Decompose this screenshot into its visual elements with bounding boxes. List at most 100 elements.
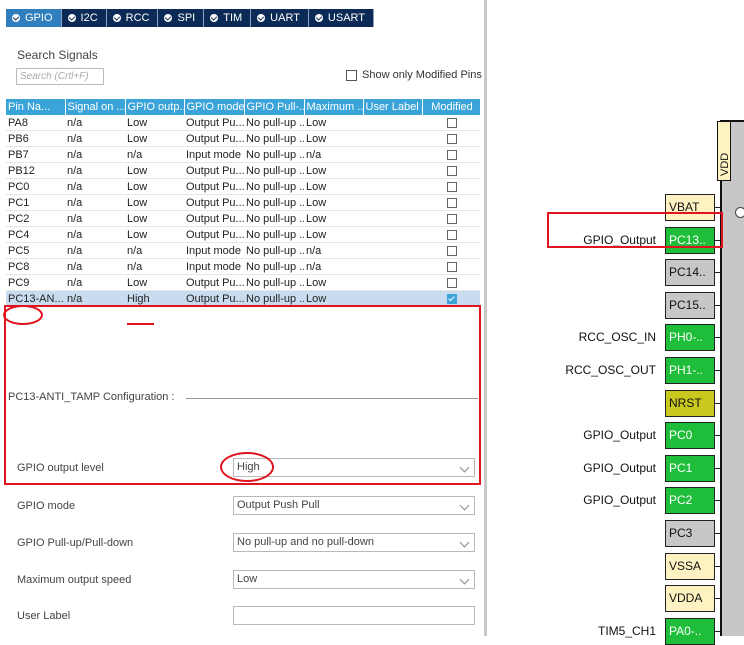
pin-name-cell: PC8 [6,258,65,275]
show-only-modified-label: Show only Modified Pins [362,69,482,81]
column-header-gpio-output[interactable]: GPIO outp... [125,99,185,115]
modified-checkbox[interactable] [447,261,457,272]
pin-box[interactable]: PC2 [665,487,715,514]
table-row[interactable]: PC1 n/a Low Output Pu... No pull-up ... Low [6,194,480,211]
pin-signal-label[interactable]: GPIO_Output [583,493,656,507]
gpio-pull-select[interactable]: No pull-up and no pull-down [233,533,475,552]
modified-cell [422,194,480,211]
tab-gpio[interactable]: GPIO [6,9,62,27]
pin-box[interactable]: PH1-.. [665,357,715,384]
table-row[interactable]: PC9 n/a Low Output Pu... No pull-up ... Low [6,274,480,291]
column-header-max-speed[interactable]: Maximum ... [304,99,364,115]
column-header-user-label[interactable]: User Label [363,99,423,115]
gpio-output-cell: Low [125,194,184,211]
gpio-mode-cell: Input mode [184,258,244,275]
column-header-modified[interactable]: Modified [422,99,481,115]
pin-box[interactable]: PC0 [665,422,715,449]
modified-checkbox[interactable] [447,165,457,176]
user-label-cell [363,162,422,179]
pin-box[interactable]: NRST [665,390,715,417]
show-only-modified-checkbox[interactable] [346,69,357,81]
pin-box[interactable]: PC14.. [665,259,715,286]
gpio-mode-cell: Output Pu... [184,178,244,195]
pin-configuration-panel: GPIO I2C RCC SPI TIM UART USART Search S… [0,0,487,636]
gpio-output-cell: Low [125,130,184,147]
gpio-output-cell: n/a [125,146,184,163]
max-output-speed-select[interactable]: Low [233,570,475,589]
user-label-cell [363,194,422,211]
check-icon [257,14,266,22]
modified-cell [422,162,480,179]
pin-box[interactable]: PA0-.. [665,618,715,645]
tab-spi[interactable]: SPI [158,9,205,27]
pin-signal-label[interactable]: RCC_OSC_OUT [565,363,656,377]
gpio-mode-cell: Output Pu... [184,274,244,291]
table-row[interactable]: PC2 n/a Low Output Pu... No pull-up ... Low [6,210,480,227]
pin-box[interactable]: PC15.. [665,292,715,319]
peripheral-tabs: GPIO I2C RCC SPI TIM UART USART [6,9,375,27]
signal-cell: n/a [65,210,125,227]
show-only-modified-toggle[interactable]: Show only Modified Pins [346,69,482,81]
pin-box[interactable]: VDDA [665,585,715,612]
max-speed-cell: Low [304,162,363,179]
tab-rcc[interactable]: RCC [107,9,159,27]
modified-checkbox[interactable] [447,245,457,256]
signal-cell: n/a [65,178,125,195]
highlight-circle-output-level [220,452,274,482]
column-header-pin-name[interactable]: Pin Na... [6,99,66,115]
modified-checkbox[interactable] [447,277,457,288]
user-label-cell [363,130,422,147]
table-row[interactable]: PC5 n/a n/a Input mode No pull-up ... n/a [6,242,480,259]
column-header-gpio-pull[interactable]: GPIO Pull-... [244,99,305,115]
chevron-down-icon [459,537,470,548]
tab-tim[interactable]: TIM [204,9,252,27]
modified-cell [422,258,480,275]
modified-checkbox[interactable] [447,213,457,224]
pin-signal-label[interactable]: GPIO_Output [583,428,656,442]
gpio-mode-select[interactable]: Output Push Pull [233,496,475,515]
modified-checkbox[interactable] [447,229,457,240]
table-row[interactable]: PA8 n/a Low Output Pu... No pull-up ... Low [6,115,480,131]
column-header-signal[interactable]: Signal on ... [65,99,126,115]
pin-lead [715,403,720,404]
pin-name-cell: PA8 [6,115,65,131]
pin-lead [715,500,720,501]
modified-checkbox[interactable] [447,293,457,304]
table-row[interactable]: PB6 n/a Low Output Pu... No pull-up ... Low [6,130,480,147]
pin-box[interactable]: PC3 [665,520,715,547]
table-row[interactable]: PB7 n/a n/a Input mode No pull-up ... n/a [6,146,480,163]
modified-checkbox[interactable] [447,133,457,144]
modified-checkbox[interactable] [447,117,457,128]
tab-uart[interactable]: UART [251,9,309,27]
table-row[interactable]: PC8 n/a n/a Input mode No pull-up ... n/a [6,258,480,275]
user-label-input[interactable] [233,606,475,625]
highlight-box-pc13 [547,212,723,248]
search-input[interactable]: Search (Crtl+F) [16,68,104,85]
max-speed-cell: n/a [304,146,363,163]
pin-name-cell: PC2 [6,210,65,227]
user-label-cell [363,146,422,163]
chip-pinout-view: VDD VBAT PC13.. GPIO_Output PC14.. PC15.. PH0… [487,0,744,645]
table-row[interactable]: PB12 n/a Low Output Pu... No pull-up ... Low [6,162,480,179]
pin-box[interactable]: PH0-.. [665,324,715,351]
pin-signal-label[interactable]: GPIO_Output [583,461,656,475]
tab-usart[interactable]: USART [309,9,375,27]
table-row[interactable]: PC0 n/a Low Output Pu... No pull-up ... Low [6,178,480,195]
gpio-pull-cell: No pull-up ... [244,146,304,163]
column-header-gpio-mode[interactable]: GPIO mode [184,99,245,115]
signal-cell: n/a [65,146,125,163]
gpio-output-cell: Low [125,162,184,179]
gpio-mode-cell: Output Pu... [184,194,244,211]
pin-name-cell: PC0 [6,178,65,195]
tab-i2c[interactable]: I2C [62,9,107,27]
modified-checkbox[interactable] [447,181,457,192]
table-row[interactable]: PC4 n/a Low Output Pu... No pull-up ... Low [6,226,480,243]
gpio-output-cell: n/a [125,242,184,259]
pin-signal-label[interactable]: RCC_OSC_IN [579,330,656,344]
modified-checkbox[interactable] [447,149,457,160]
gpio-pull-cell: No pull-up ... [244,162,304,179]
pin-box[interactable]: PC1 [665,455,715,482]
pin-box[interactable]: VSSA [665,553,715,580]
max-speed-cell: Low [304,115,363,131]
modified-checkbox[interactable] [447,197,457,208]
